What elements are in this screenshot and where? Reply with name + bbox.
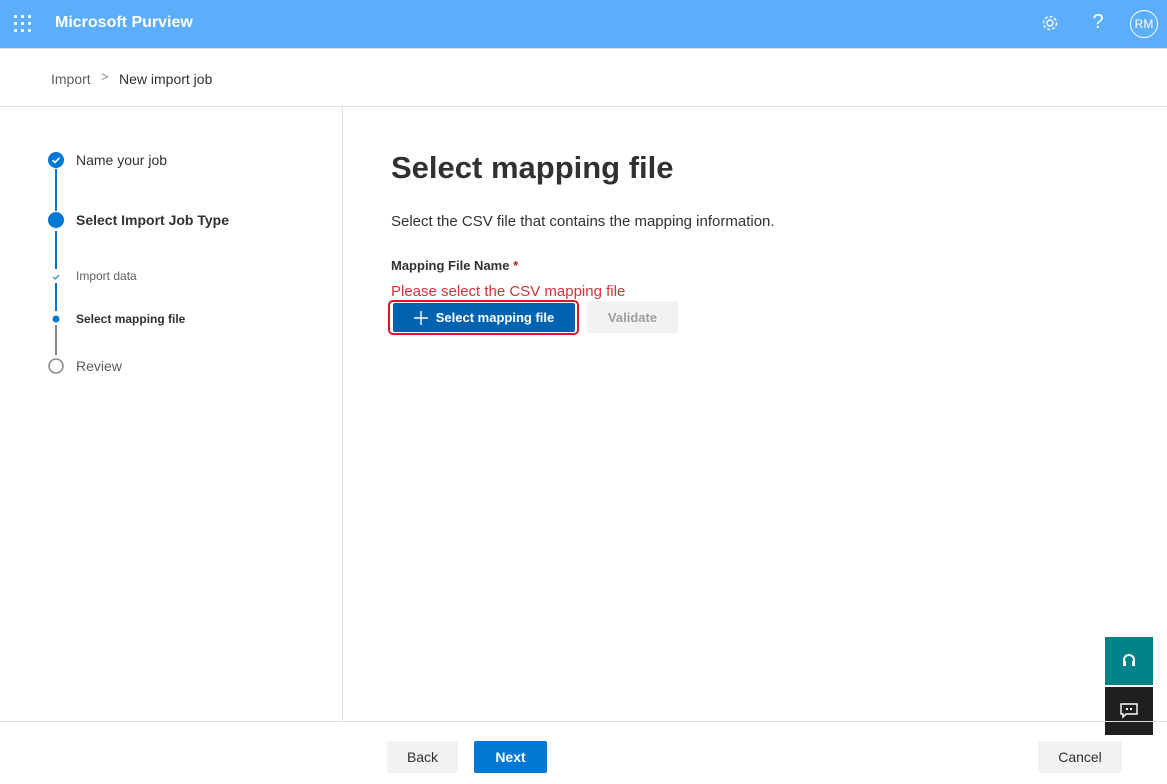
support-button[interactable]	[1105, 637, 1153, 685]
chevron-right-icon: >	[101, 69, 109, 84]
validate-button[interactable]: Validate	[587, 301, 678, 333]
wizard-steps: Name your job Select Import Job Type Imp…	[0, 107, 343, 721]
breadcrumb: Import > New import job	[0, 48, 1167, 107]
avatar[interactable]: RM	[1130, 10, 1158, 38]
current-substep-dot-icon	[52, 315, 60, 323]
step-import-data[interactable]: Import data	[76, 269, 137, 283]
back-button[interactable]: Back	[387, 741, 458, 773]
help-icon[interactable]: ?	[1090, 11, 1106, 34]
required-marker: *	[513, 258, 519, 273]
current-step-dot-icon	[48, 212, 64, 228]
wizard-footer: Back Next Cancel	[0, 721, 1167, 784]
app-title[interactable]: Microsoft Purview	[55, 14, 193, 32]
step-connector	[55, 169, 57, 211]
plus-icon	[413, 310, 428, 325]
gear-icon[interactable]	[1040, 13, 1060, 33]
step-review[interactable]: Review	[76, 358, 122, 374]
select-mapping-file-button[interactable]: Select mapping file	[393, 303, 575, 332]
step-connector	[55, 283, 57, 311]
step-connector	[55, 231, 57, 269]
step-name-your-job[interactable]: Name your job	[76, 152, 167, 168]
mapping-file-label: Mapping File Name *	[391, 258, 518, 273]
top-bar: Microsoft Purview ? RM	[0, 0, 1167, 48]
step-connector	[55, 325, 57, 355]
checkmark-circle-icon	[48, 152, 64, 168]
step-select-import-job-type[interactable]: Select Import Job Type	[76, 212, 229, 228]
empty-circle-icon	[48, 358, 64, 374]
headset-icon	[1123, 654, 1135, 666]
chat-feedback-icon	[1120, 703, 1138, 719]
step-select-mapping-file[interactable]: Select mapping file	[76, 312, 185, 326]
check-icon	[52, 274, 60, 280]
app-launcher-icon[interactable]	[14, 15, 32, 33]
select-mapping-file-label: Select mapping file	[435, 310, 555, 325]
field-label-text: Mapping File Name	[391, 258, 510, 273]
next-button[interactable]: Next	[474, 741, 547, 773]
error-message: Please select the CSV mapping file	[391, 283, 626, 300]
page-description: Select the CSV file that contains the ma…	[391, 213, 775, 230]
page-title: Select mapping file	[391, 150, 674, 185]
cancel-button[interactable]: Cancel	[1038, 741, 1122, 773]
breadcrumb-import[interactable]: Import	[51, 71, 91, 87]
breadcrumb-current: New import job	[119, 71, 213, 87]
